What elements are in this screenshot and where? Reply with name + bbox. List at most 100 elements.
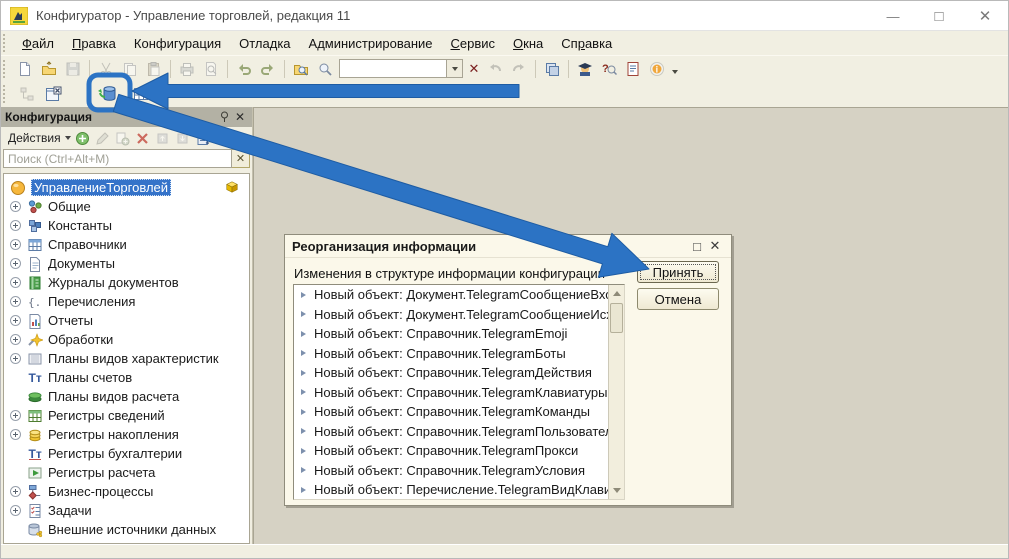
expand-triangle-icon[interactable]	[301, 331, 306, 337]
expander-icon[interactable]	[10, 429, 21, 440]
maximize-button[interactable]: □	[916, 1, 962, 31]
tree-search-input[interactable]	[3, 149, 232, 168]
change-item[interactable]: Новый объект: Документ.TelegramСообщение…	[294, 305, 624, 325]
expand-triangle-icon[interactable]	[301, 370, 306, 376]
expander-icon[interactable]	[10, 277, 21, 288]
save-button[interactable]	[61, 58, 85, 80]
clear-search-button[interactable]: ✕	[465, 59, 483, 79]
minimize-button[interactable]: —	[870, 1, 916, 31]
expander-icon[interactable]	[10, 410, 21, 421]
expand-triangle-icon[interactable]	[301, 467, 306, 473]
menu-help[interactable]: Справка	[552, 33, 621, 54]
tree-item-business-processes[interactable]: Бизнес-процессы	[4, 482, 249, 501]
dialog-maximize-icon[interactable]: □	[688, 239, 706, 254]
move-down-button[interactable]	[173, 128, 193, 148]
combobox-dropdown-button[interactable]	[447, 59, 463, 78]
toolbar-grip[interactable]	[3, 34, 10, 52]
tree-item-accounting-registers[interactable]: ТтРегистры бухгалтерии	[4, 444, 249, 463]
expander-icon[interactable]	[10, 239, 21, 250]
tree-item-catalogs[interactable]: Справочники	[4, 235, 249, 254]
change-item[interactable]: Новый объект: Справочник.TelegramПользов…	[294, 422, 624, 442]
syntax-check-button[interactable]	[573, 58, 597, 80]
list-scrollbar[interactable]	[608, 285, 624, 499]
change-item[interactable]: Новый объект: Справочник.TelegramКоманды	[294, 402, 624, 422]
expander-icon[interactable]	[10, 220, 21, 231]
edit-button[interactable]	[93, 128, 113, 148]
toolbar-options-button[interactable]	[669, 58, 681, 80]
change-item[interactable]: Новый объект: Справочник.TelegramДействи…	[294, 363, 624, 383]
toolbar-grip[interactable]	[3, 85, 10, 103]
window-list-button[interactable]	[540, 58, 564, 80]
panel-close-icon[interactable]: ✕	[232, 110, 248, 124]
menu-administration[interactable]: Администрирование	[300, 33, 442, 54]
scroll-up-icon[interactable]	[609, 286, 624, 301]
expand-triangle-icon[interactable]	[301, 311, 306, 317]
print-button[interactable]	[175, 58, 199, 80]
expand-triangle-icon[interactable]	[301, 409, 306, 415]
copy-button[interactable]	[118, 58, 142, 80]
toolbar-grip[interactable]	[3, 60, 10, 78]
add-button[interactable]	[73, 128, 93, 148]
tree-root-item[interactable]: УправлениеТорговлей	[4, 178, 249, 197]
table-button[interactable]	[129, 83, 153, 105]
move-up-button[interactable]	[153, 128, 173, 148]
new-document-button[interactable]	[13, 58, 37, 80]
tree-item-chart-of-accounts[interactable]: ТтПланы счетов	[4, 368, 249, 387]
tree-item-tasks[interactable]: Задачи	[4, 501, 249, 520]
search-input[interactable]	[339, 59, 447, 78]
expander-icon[interactable]	[10, 353, 21, 364]
go-back-button[interactable]	[483, 58, 507, 80]
tree-item-enums[interactable]: {..}Перечисления	[4, 292, 249, 311]
tree-item-document-journals[interactable]: Журналы документов	[4, 273, 249, 292]
menu-configuration[interactable]: Конфигурация	[125, 33, 230, 54]
redo-button[interactable]	[256, 58, 280, 80]
clone-button[interactable]	[113, 128, 133, 148]
tree-item-documents[interactable]: Документы	[4, 254, 249, 273]
actions-menu-button[interactable]: Действия	[4, 129, 73, 147]
expand-triangle-icon[interactable]	[301, 350, 306, 356]
expander-icon[interactable]	[10, 315, 21, 326]
delete-button[interactable]	[133, 128, 153, 148]
sort-button[interactable]	[193, 128, 213, 148]
cut-button[interactable]	[94, 58, 118, 80]
change-item[interactable]: Новый объект: Справочник.TelegramПрокси	[294, 441, 624, 461]
pin-icon[interactable]	[216, 111, 232, 123]
expander-icon[interactable]	[10, 296, 21, 307]
close-window-button[interactable]	[41, 83, 65, 105]
find-button[interactable]	[313, 58, 337, 80]
tree-item-constants[interactable]: Константы	[4, 216, 249, 235]
tree-item-external-data-sources[interactable]: Внешние источники данных	[4, 520, 249, 539]
change-item[interactable]: Новый объект: Справочник.TelegramEmoji	[294, 324, 624, 344]
tree-item-chart-calculation-types[interactable]: Планы видов расчета	[4, 387, 249, 406]
expand-triangle-icon[interactable]	[301, 448, 306, 454]
open-button[interactable]	[37, 58, 61, 80]
tree-item-accumulation-registers[interactable]: Регистры накопления	[4, 425, 249, 444]
change-item[interactable]: Новый объект: Справочник.TelegramУсловия	[294, 461, 624, 481]
expander-icon[interactable]	[10, 334, 21, 345]
menu-windows[interactable]: Окна	[504, 33, 552, 54]
tree-item-information-registers[interactable]: Регистры сведений	[4, 406, 249, 425]
expand-triangle-icon[interactable]	[301, 389, 306, 395]
update-db-config-button[interactable]	[95, 83, 119, 105]
paste-button[interactable]	[142, 58, 166, 80]
close-button[interactable]: ✕	[962, 1, 1008, 31]
expand-triangle-icon[interactable]	[301, 487, 306, 493]
tree-item-calculation-registers[interactable]: Регистры расчета	[4, 463, 249, 482]
undo-button[interactable]	[232, 58, 256, 80]
about-button[interactable]: i	[645, 58, 669, 80]
menu-file[interactable]: Файл	[13, 33, 63, 54]
change-item[interactable]: Новый объект: Справочник.TelegramКлавиат…	[294, 383, 624, 403]
expander-icon[interactable]	[10, 258, 21, 269]
menu-debug[interactable]: Отладка	[230, 33, 299, 54]
accept-button[interactable]: Принять	[637, 261, 719, 283]
templates-button[interactable]	[621, 58, 645, 80]
tree-item-chart-characteristic-types[interactable]: Планы видов характеристик	[4, 349, 249, 368]
expander-icon[interactable]	[10, 505, 21, 516]
help-index-button[interactable]: ?	[597, 58, 621, 80]
dialog-close-icon[interactable]: ✕	[706, 238, 724, 254]
expander-icon[interactable]	[10, 201, 21, 212]
cancel-button[interactable]: Отмена	[637, 288, 719, 310]
print-preview-button[interactable]	[199, 58, 223, 80]
tree-item-common[interactable]: Общие	[4, 197, 249, 216]
change-item[interactable]: Новый объект: Документ.TelegramСообщение…	[294, 285, 624, 305]
